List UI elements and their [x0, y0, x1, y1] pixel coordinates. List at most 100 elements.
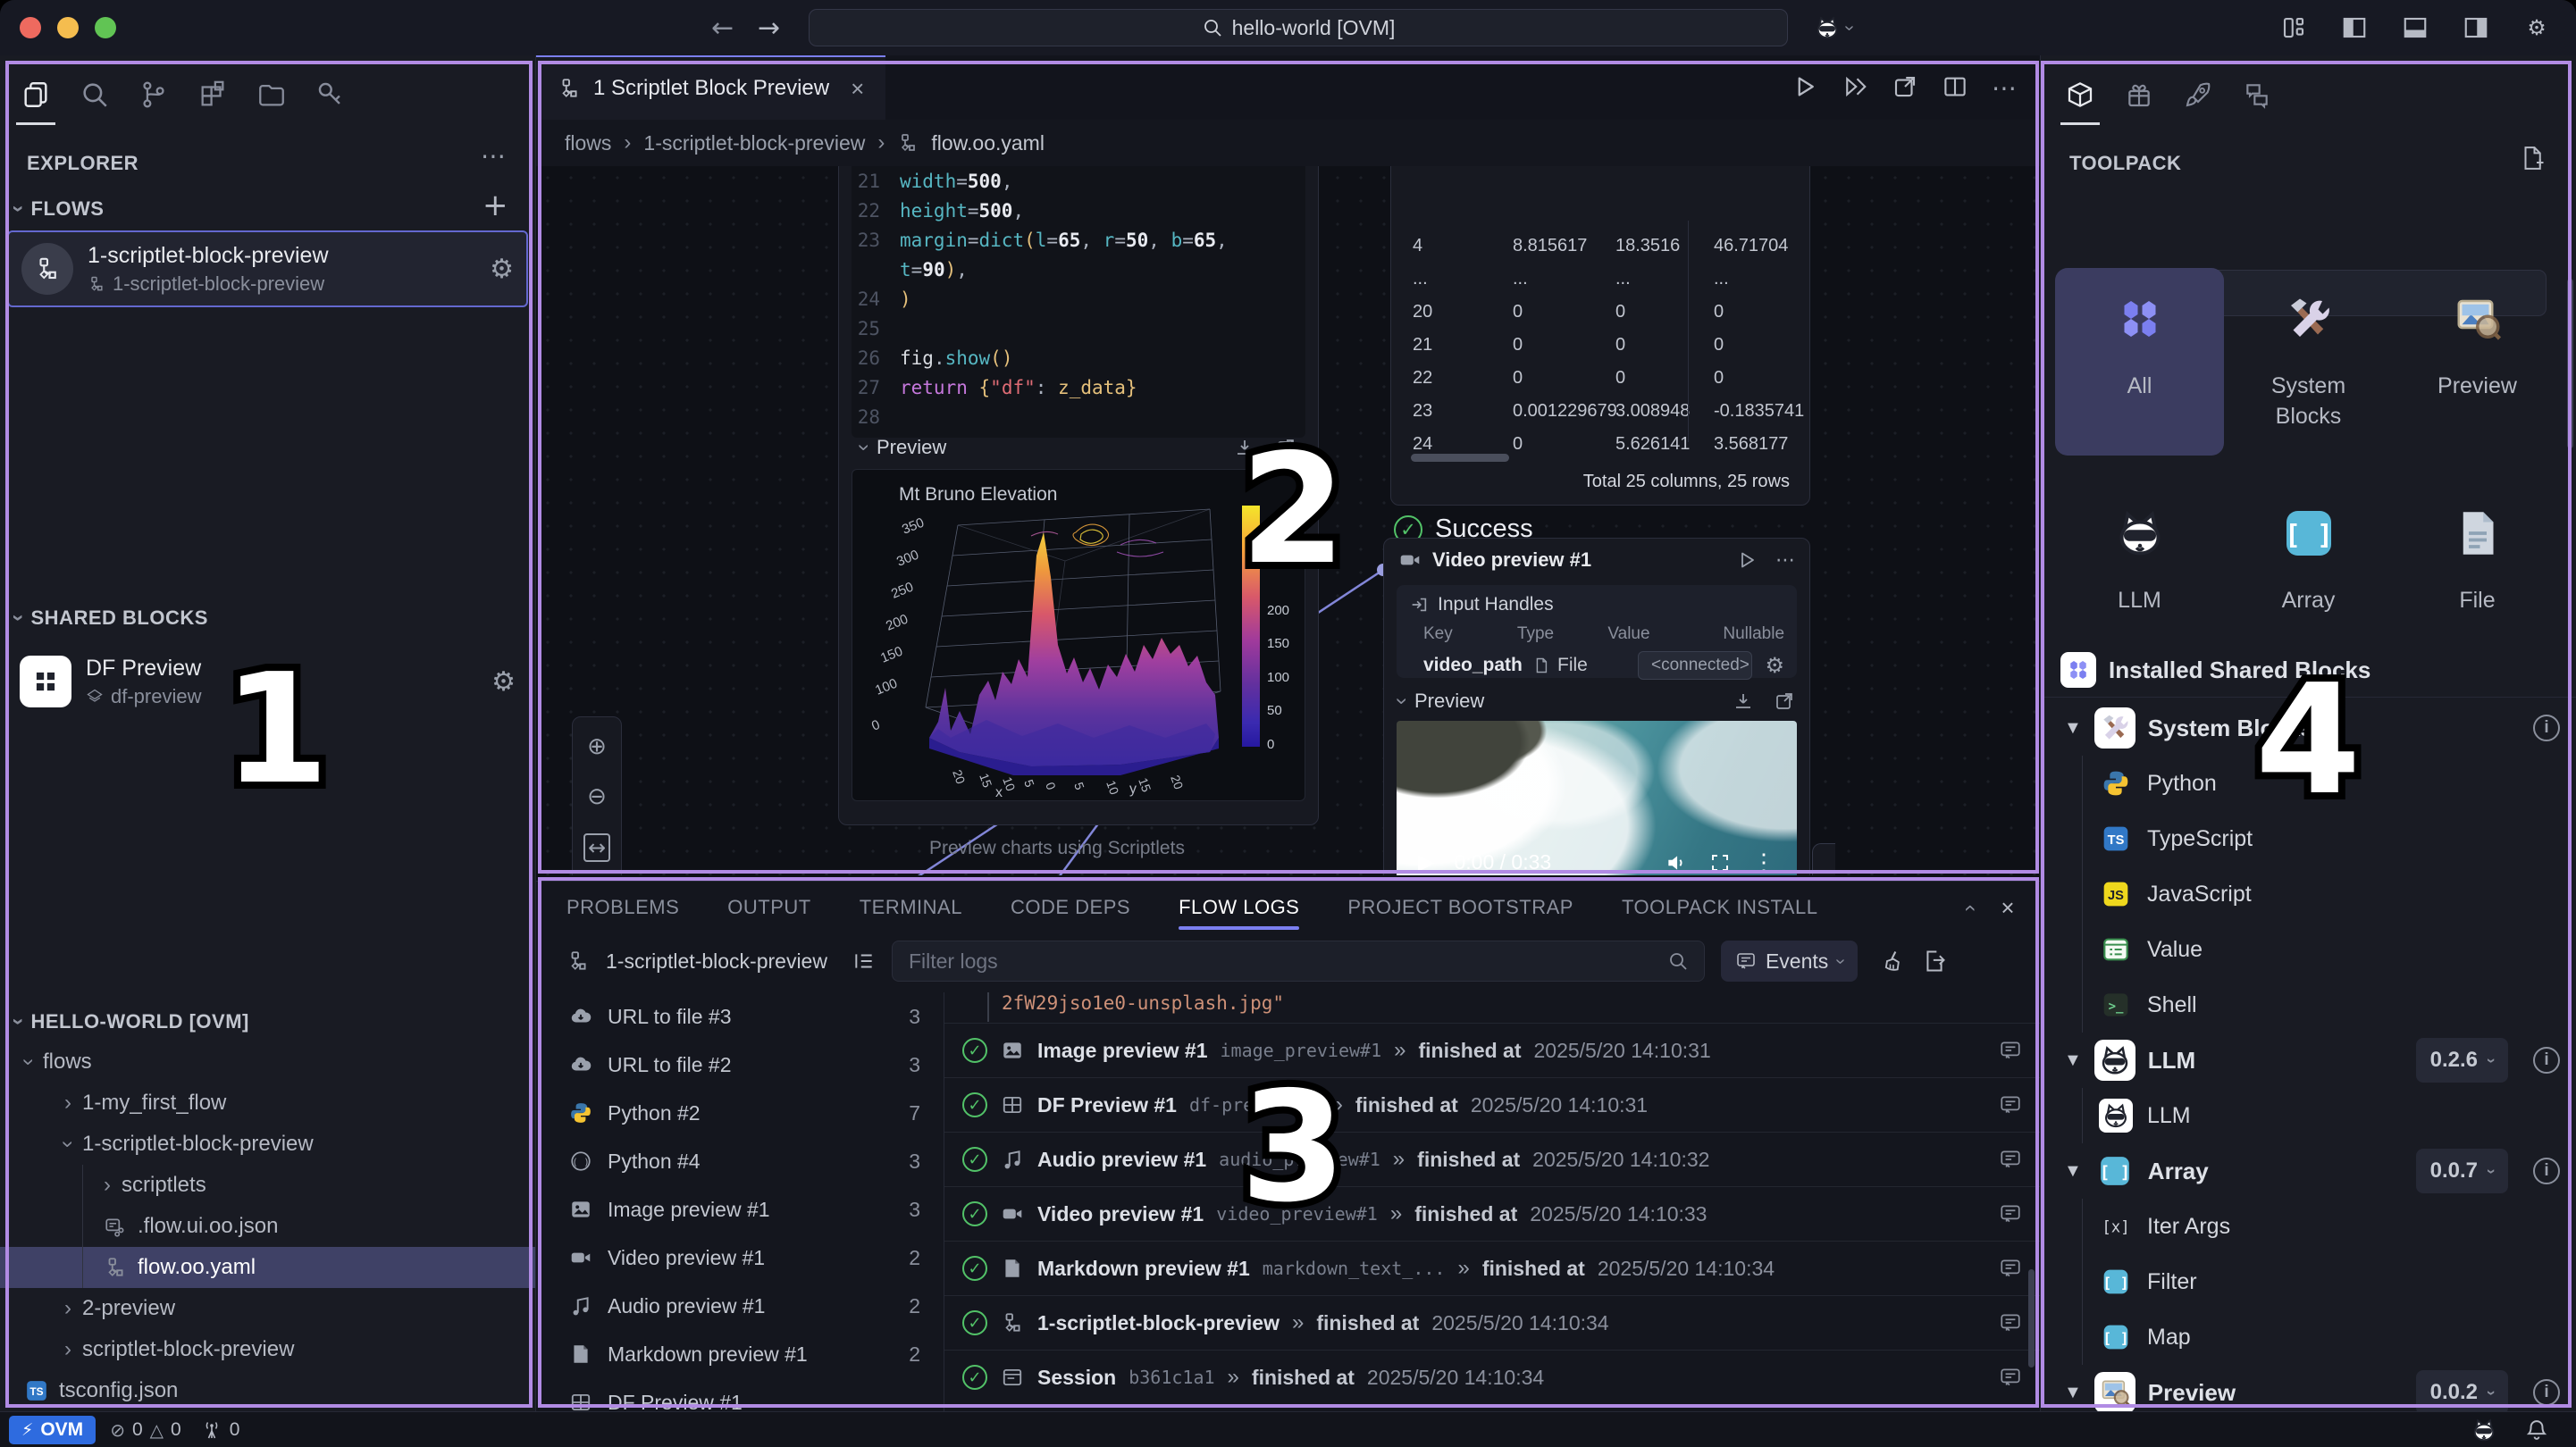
- traffic-minimize-button[interactable]: [57, 17, 79, 38]
- video-node-header[interactable]: Video preview #1 ⋯: [1384, 539, 1809, 581]
- file-tree-row[interactable]: tsconfig.json: [0, 1370, 535, 1411]
- new-toolpack-icon[interactable]: [2519, 145, 2546, 171]
- file-tree-row[interactable]: › 1-my_first_flow: [0, 1083, 535, 1124]
- search[interactable]: [71, 71, 118, 118]
- log-comment-icon[interactable]: [1999, 1093, 2022, 1117]
- video-menu-kebab-icon[interactable]: ⋮: [1752, 849, 1775, 875]
- zoom-in-icon[interactable]: ⊕: [587, 733, 607, 760]
- fit-view-icon[interactable]: ↔: [583, 833, 610, 862]
- panel-tab[interactable]: TERMINAL: [860, 882, 962, 933]
- explorer-more-icon[interactable]: ⋯: [481, 141, 506, 171]
- problems-status[interactable]: ⊘ 0 △ 0: [110, 1419, 181, 1441]
- block-log-item[interactable]: URL to file #3 3: [536, 992, 944, 1041]
- clear-logs-broom-icon[interactable]: [1881, 949, 1906, 974]
- node-more-icon[interactable]: ⋯: [1775, 549, 1795, 572]
- log-comment-icon[interactable]: [1999, 1366, 2022, 1389]
- open-external-icon[interactable]: [1275, 437, 1296, 458]
- block-log-item[interactable]: Markdown preview #1 2: [536, 1330, 944, 1378]
- toggle-left-panel[interactable]: [2335, 8, 2374, 47]
- installed-block-item[interactable]: Value: [2099, 922, 2560, 977]
- more-actions-icon[interactable]: ⋯: [1992, 73, 2017, 103]
- log-level-filter-icon[interactable]: [852, 949, 876, 973]
- folders[interactable]: [248, 71, 295, 118]
- run-block-icon[interactable]: [1736, 549, 1758, 571]
- volume-icon[interactable]: [1665, 851, 1688, 874]
- scriptlet-preview-header[interactable]: › Preview: [860, 435, 1296, 460]
- panel-tab[interactable]: FLOW LOGS: [1179, 882, 1299, 933]
- installed-block-item[interactable]: Filter: [2099, 1254, 2560, 1309]
- handle-settings-gear-icon[interactable]: ⚙: [1765, 653, 1784, 678]
- history-back-icon[interactable]: ←: [711, 13, 734, 44]
- explorer[interactable]: [13, 71, 59, 118]
- log-comment-icon[interactable]: [1999, 1311, 2022, 1334]
- flow-canvas[interactable]: 21 width=500, 22 height=500, 23 margin=d…: [536, 166, 2040, 875]
- split-editor-button[interactable]: [1942, 73, 1968, 103]
- sidebar-scrollbar[interactable]: [2567, 279, 2573, 448]
- file-tree-row[interactable]: › flows: [0, 1041, 535, 1083]
- flow-list-item[interactable]: 1-scriptlet-block-preview 1-scriptlet-bl…: [7, 230, 528, 307]
- workspace-search-bar[interactable]: hello-world [OVM]: [809, 9, 1788, 46]
- toggle-bottom-panel[interactable]: [2396, 8, 2435, 47]
- file-tree-row[interactable]: › scriptlets: [0, 1165, 535, 1206]
- block-group-header[interactable]: ▼ Array 0.0.7 › i: [2055, 1143, 2560, 1199]
- editor-tab[interactable]: 1 Scriptlet Block Preview ×: [536, 55, 885, 120]
- installed-block-item[interactable]: JavaScript: [2099, 866, 2560, 922]
- file-tree-row[interactable]: .flow.ui.oo.json: [0, 1206, 535, 1247]
- project-section-header[interactable]: › HELLO-WORLD [OVM]: [14, 1009, 249, 1034]
- block-log-item[interactable]: Image preview #1 3: [536, 1185, 944, 1234]
- installed-block-item[interactable]: Python: [2099, 756, 2560, 811]
- panel-tab[interactable]: PROJECT BOOTSTRAP: [1347, 882, 1573, 933]
- download-icon[interactable]: [1733, 690, 1754, 712]
- flow-settings-gear-icon[interactable]: ⚙: [490, 254, 514, 285]
- block-group-header[interactable]: ▼ System Blocks i: [2055, 700, 2560, 756]
- run-all-button[interactable]: [1842, 73, 1868, 103]
- traffic-close-button[interactable]: [20, 17, 41, 38]
- toggle-right-panel[interactable]: [2456, 8, 2496, 47]
- open-external-icon[interactable]: [1774, 690, 1795, 712]
- add-flow-button[interactable]: +: [482, 188, 508, 223]
- zoom-out-icon[interactable]: ⊖: [587, 783, 607, 810]
- block-category-tile[interactable]: Preview: [2393, 268, 2562, 456]
- table-horizontal-scrollbar[interactable]: [1411, 454, 1509, 462]
- ovm-badge[interactable]: ⚡ OVM: [9, 1416, 96, 1444]
- log-entry-row[interactable]: ✓ Session b361c1a1 » finished at 2025/5/…: [944, 1350, 2040, 1404]
- maximize-panel-icon[interactable]: ›: [1957, 904, 1984, 912]
- log-entry-row[interactable]: ✓ Video preview #1 video_preview#1 » fin…: [944, 1186, 2040, 1241]
- shared-blocks-section-header[interactable]: › SHARED BLOCKS: [14, 606, 208, 631]
- log-entry-row[interactable]: ✓ DF Preview #1 df-preview#1 » finished …: [944, 1077, 2040, 1132]
- log-entry-row[interactable]: ✓ Image preview #1 image_preview#1 » fin…: [944, 1023, 2040, 1077]
- video-preview-node[interactable]: Video preview #1 ⋯ Input Handles Key Typ…: [1383, 538, 1810, 875]
- panel-tab[interactable]: CODE DEPS: [1011, 882, 1130, 933]
- fullscreen-icon[interactable]: [1709, 852, 1731, 874]
- shared-block-settings-gear-icon[interactable]: ⚙: [491, 666, 516, 698]
- installed-block-item[interactable]: LLM: [2099, 1088, 2560, 1143]
- file-tree-row[interactable]: › 2-preview: [0, 1288, 535, 1329]
- version-dropdown[interactable]: 0.0.2 ›: [2416, 1370, 2508, 1415]
- block-log-item[interactable]: Video preview #1 2: [536, 1234, 944, 1282]
- close-panel-icon[interactable]: ×: [2001, 894, 2015, 922]
- block-category-tile[interactable]: All: [2055, 268, 2224, 456]
- filter-logs-input[interactable]: [892, 941, 1705, 982]
- play-icon[interactable]: ▶: [1418, 849, 1434, 875]
- traffic-zoom-button[interactable]: [95, 17, 116, 38]
- history-forward-icon[interactable]: →: [758, 13, 780, 44]
- block-category-tile[interactable]: Array: [2224, 482, 2393, 640]
- panel-tab[interactable]: PROBLEMS: [566, 882, 679, 933]
- video-preview-header[interactable]: › Preview: [1398, 689, 1795, 714]
- block-category-tile[interactable]: LLM: [2055, 482, 2224, 640]
- flows[interactable]: [130, 71, 177, 118]
- log-entry-row[interactable]: ✓ Markdown preview #1 markdown_text_... …: [944, 1241, 2040, 1295]
- download-icon[interactable]: [1234, 437, 1255, 458]
- ports-status[interactable]: 0: [201, 1419, 240, 1441]
- settings[interactable]: [2517, 8, 2556, 47]
- video-player[interactable]: ▶ 0:00 / 0:33 ⋮: [1397, 721, 1797, 875]
- panel-tab[interactable]: OUTPUT: [727, 882, 810, 933]
- assistant-menu-button[interactable]: ›: [1814, 14, 1852, 41]
- installed-block-item[interactable]: Map: [2099, 1309, 2560, 1365]
- log-comment-icon[interactable]: [1999, 1148, 2022, 1171]
- info-icon[interactable]: i: [2533, 1047, 2560, 1074]
- blocks[interactable]: [189, 71, 236, 118]
- info-icon[interactable]: i: [2533, 1379, 2560, 1406]
- log-comment-icon[interactable]: [1999, 1257, 2022, 1280]
- block-log-item[interactable]: Python #2 7: [536, 1089, 944, 1137]
